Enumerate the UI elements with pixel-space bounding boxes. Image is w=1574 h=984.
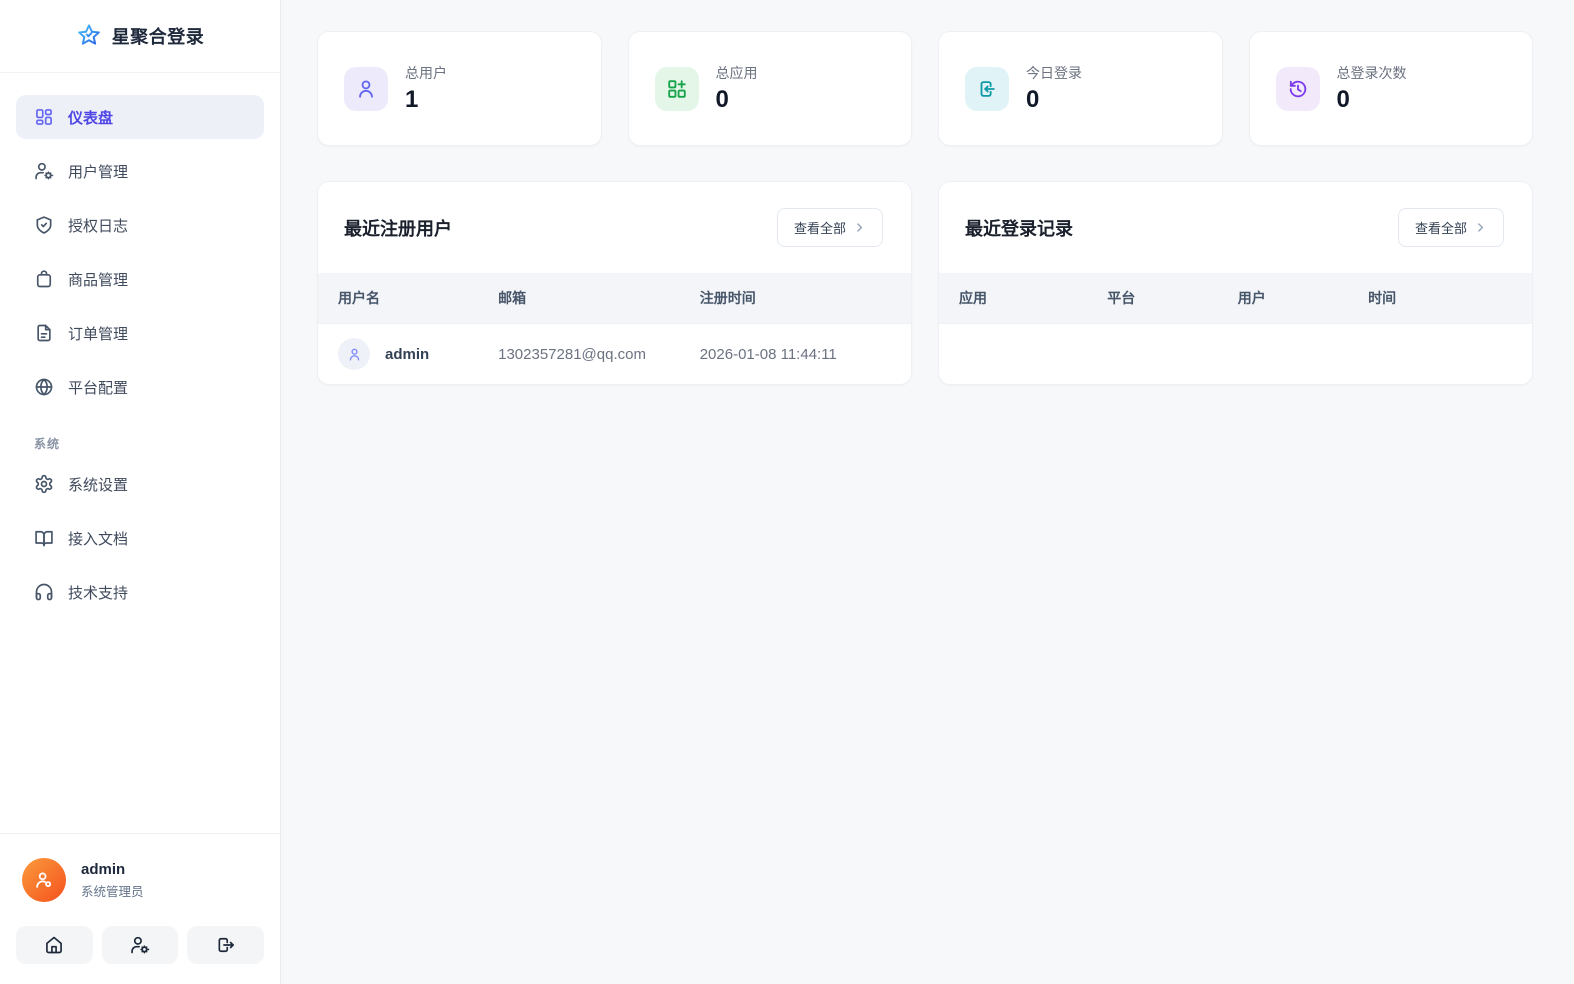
login-icon [965, 67, 1009, 111]
stat-card-logins-today: 今日登录 0 [938, 31, 1223, 146]
brand-title: 星聚合登录 [112, 23, 205, 49]
sidebar-item-label: 平台配置 [68, 377, 128, 398]
logout-button[interactable] [187, 926, 264, 964]
shopping-bag-icon [34, 269, 54, 289]
sidebar-item-platform-config[interactable]: 平台配置 [16, 365, 264, 409]
recent-users-table: 用户名 邮箱 注册时间 [318, 273, 911, 384]
gear-icon [34, 474, 54, 494]
brand: 星聚合登录 [0, 0, 280, 73]
table-row: admin 1302357281@qq.com 2026-01-08 11:44… [318, 324, 911, 385]
column-header: 平台 [1087, 273, 1217, 323]
stat-value: 0 [1337, 86, 1407, 114]
user-gear-icon [130, 935, 150, 955]
main-content: 总用户 1 总应用 0 [281, 0, 1574, 984]
account-settings-button[interactable] [102, 926, 179, 964]
globe-icon [34, 377, 54, 397]
recent-logins-table: 应用 平台 用户 时间 [939, 273, 1532, 323]
star-logo-icon [76, 23, 102, 49]
history-icon [1276, 67, 1320, 111]
current-user-name: admin [81, 861, 144, 878]
sidebar-item-system-settings[interactable]: 系统设置 [16, 462, 264, 506]
dashboard-icon [34, 107, 54, 127]
column-header: 时间 [1348, 273, 1532, 323]
current-user: admin 系统管理员 [16, 858, 264, 902]
sidebar-item-docs[interactable]: 接入文档 [16, 516, 264, 560]
logout-icon [216, 935, 236, 955]
stat-label: 今日登录 [1026, 63, 1082, 83]
book-open-icon [34, 528, 54, 548]
sidebar-menu: 仪表盘 用户管理 授权日志 [0, 73, 280, 833]
sidebar-item-label: 接入文档 [68, 528, 128, 549]
sidebar-footer: admin 系统管理员 [0, 833, 280, 984]
sidebar-item-auth-logs[interactable]: 授权日志 [16, 203, 264, 247]
sidebar-item-label: 用户管理 [68, 161, 128, 182]
headphones-icon [34, 582, 54, 602]
file-text-icon [34, 323, 54, 343]
column-header: 邮箱 [478, 273, 680, 324]
sidebar: 星聚合登录 仪表盘 用户管理 [0, 0, 281, 984]
sidebar-item-dashboard[interactable]: 仪表盘 [16, 95, 264, 139]
sidebar-item-label: 商品管理 [68, 269, 128, 290]
footer-actions [16, 926, 264, 964]
stat-value: 0 [1026, 86, 1082, 114]
avatar [22, 858, 66, 902]
chevron-right-icon [1474, 221, 1487, 234]
recent-users-panel: 最近注册用户 查看全部 用户名 邮箱 注册时间 [317, 181, 912, 385]
sidebar-item-label: 授权日志 [68, 215, 128, 236]
sidebar-item-support[interactable]: 技术支持 [16, 570, 264, 614]
column-header: 用户名 [318, 273, 478, 324]
column-header: 用户 [1218, 273, 1348, 323]
current-user-role: 系统管理员 [81, 881, 144, 900]
sidebar-item-label: 订单管理 [68, 323, 128, 344]
sidebar-item-label: 技术支持 [68, 582, 128, 603]
sidebar-item-label: 系统设置 [68, 474, 128, 495]
home-button[interactable] [16, 926, 93, 964]
stat-card-total-logins: 总登录次数 0 [1249, 31, 1534, 146]
stat-label: 总用户 [405, 63, 447, 83]
stat-value: 1 [405, 86, 447, 114]
view-all-users-button[interactable]: 查看全部 [777, 208, 883, 247]
column-header: 注册时间 [680, 273, 911, 324]
current-user-text: admin 系统管理员 [81, 861, 144, 900]
sidebar-item-orders[interactable]: 订单管理 [16, 311, 264, 355]
panel-title: 最近登录记录 [965, 215, 1073, 241]
sidebar-item-products[interactable]: 商品管理 [16, 257, 264, 301]
user-cog-icon [34, 161, 54, 181]
stat-value: 0 [716, 86, 758, 114]
stats-grid: 总用户 1 总应用 0 [317, 31, 1533, 146]
cell-username: admin [385, 346, 429, 363]
grid-plus-icon [655, 67, 699, 111]
empty-table-body [939, 323, 1532, 384]
sidebar-item-label: 仪表盘 [68, 107, 113, 128]
column-header: 应用 [939, 273, 1087, 323]
stat-card-total-apps: 总应用 0 [628, 31, 913, 146]
row-user-icon [338, 338, 370, 370]
panel-title: 最近注册用户 [344, 215, 452, 241]
shield-check-icon [34, 215, 54, 235]
panels-grid: 最近注册用户 查看全部 用户名 邮箱 注册时间 [317, 181, 1533, 385]
cell-registered-at: 2026-01-08 11:44:11 [680, 324, 911, 385]
stat-label: 总登录次数 [1337, 63, 1407, 83]
chevron-right-icon [853, 221, 866, 234]
home-icon [44, 935, 64, 955]
sidebar-item-users[interactable]: 用户管理 [16, 149, 264, 193]
stat-card-total-users: 总用户 1 [317, 31, 602, 146]
cell-email: 1302357281@qq.com [478, 324, 680, 385]
user-icon [344, 67, 388, 111]
recent-logins-panel: 最近登录记录 查看全部 应用 平台 用户 时间 [938, 181, 1533, 385]
view-all-logins-button[interactable]: 查看全部 [1398, 208, 1504, 247]
stat-label: 总应用 [716, 63, 758, 83]
sidebar-section-label: 系统 [16, 419, 264, 462]
